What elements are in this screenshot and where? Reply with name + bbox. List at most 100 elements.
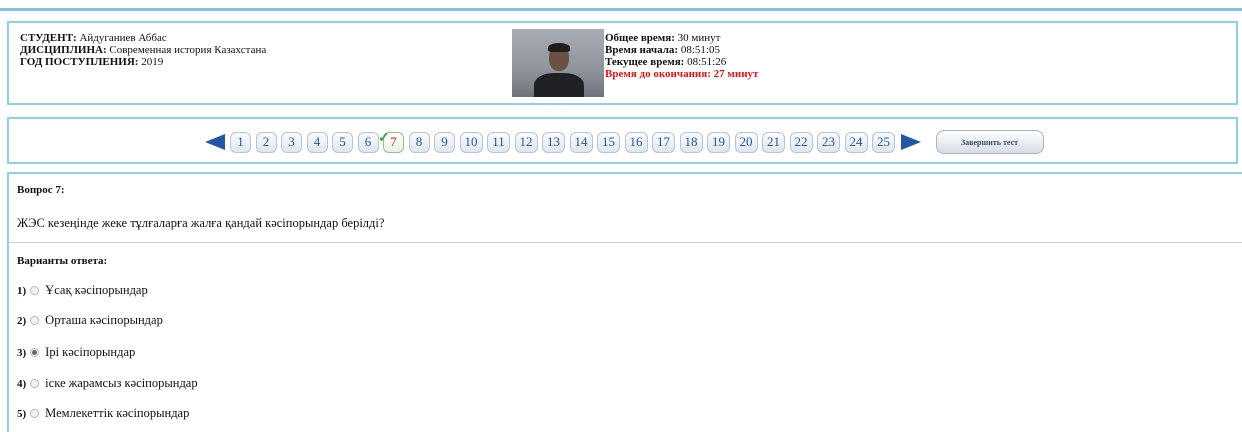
page-button-20[interactable]: 20 — [734, 131, 758, 153]
discipline-value: Современная история Казахстана — [109, 44, 267, 56]
page-button-6[interactable]: 6 — [357, 131, 379, 153]
previous-question-button[interactable] — [204, 132, 226, 152]
arrow-right-icon — [900, 134, 921, 150]
page-number: 7 — [390, 134, 397, 149]
arrow-left-icon — [205, 134, 225, 150]
page-button-14[interactable]: 14 — [569, 131, 593, 153]
page-button-21[interactable]: 21 — [762, 131, 785, 153]
year-label: ГОД ПОСТУПЛЕНИЯ: — [20, 56, 139, 68]
year-value: 2019 — [141, 56, 164, 68]
option-number: 3) — [17, 346, 27, 359]
discipline-label: ДИСЦИПЛИНА: — [20, 44, 107, 56]
option-text: Орташа кәсіпорындар — [45, 313, 163, 327]
option-number: 1) — [17, 284, 27, 297]
page-button-13[interactable]: 13 — [542, 131, 565, 153]
page-button-4[interactable]: 4 — [306, 131, 328, 153]
next-question-button[interactable] — [900, 132, 922, 152]
question-text: ЖЭС кезеңінде жеке тұлғаларға жалға қанд… — [17, 216, 385, 230]
page-button-12[interactable]: 12 — [514, 131, 538, 153]
option-text: Мемлекеттік кәсіпорындар — [45, 406, 190, 420]
timer-info: Общее время: 30 минут Время начала: 08:5… — [605, 32, 758, 80]
question-divider — [9, 242, 1242, 243]
page-button-3[interactable]: 3 — [281, 131, 302, 153]
webcam-feed — [512, 29, 604, 97]
page-number: 6 — [364, 134, 372, 149]
current-time-label: Текущее время: — [605, 56, 685, 68]
page-number: 22 — [794, 134, 808, 149]
page-number: 11 — [492, 134, 505, 149]
page-number: 3 — [288, 134, 295, 149]
option-text: іске жарамсыз кәсіпорындар — [45, 376, 198, 390]
answer-option-3[interactable]: 3) Ірі кәсіпорындар — [17, 345, 135, 360]
page-button-22[interactable]: 22 — [789, 131, 813, 153]
top-divider — [0, 8, 1242, 11]
student-name: Айдуганиев Аббас — [79, 32, 167, 44]
option-radio-4[interactable] — [30, 379, 40, 388]
page-number: 4 — [313, 134, 321, 149]
page-button-23[interactable]: 23 — [817, 131, 840, 153]
page-number: 14 — [574, 134, 588, 149]
page-button-group: 1 2 3 4 5 6 7 ✓ 8 9 10 11 12 13 14 15 16 17 18 19 20 21 22 23 24… — [230, 131, 900, 153]
page-number: 17 — [657, 134, 670, 149]
page-button-1[interactable]: 1 — [230, 131, 251, 153]
page-number: 1 — [237, 134, 244, 149]
page-number: 9 — [441, 134, 448, 149]
page-number: 15 — [602, 134, 615, 149]
page-button-25[interactable]: 25 — [872, 131, 895, 153]
answer-option-4[interactable]: 4) іске жарамсыз кәсіпорындар — [17, 376, 198, 391]
page-number: 19 — [712, 134, 725, 149]
page-button-5[interactable]: 5 — [332, 131, 353, 153]
page-number: 5 — [339, 134, 346, 149]
page-button-8[interactable]: 8 — [408, 131, 430, 153]
question-number: Вопрос 7: — [17, 184, 65, 196]
remaining-time: Время до окончания: 27 минут — [605, 68, 759, 80]
page-button-9[interactable]: 9 — [434, 131, 455, 153]
page-number: 23 — [822, 134, 835, 149]
page-number: 8 — [415, 134, 423, 149]
checkmark-icon: ✓ — [378, 130, 390, 146]
student-label: СТУДЕНТ: — [20, 32, 77, 44]
page-button-17[interactable]: 17 — [652, 131, 675, 153]
page-button-15[interactable]: 15 — [597, 131, 620, 153]
page-button-19[interactable]: 19 — [707, 131, 730, 153]
current-time-value: 08:51:26 — [687, 56, 727, 68]
page-button-18[interactable]: 18 — [679, 131, 703, 153]
page-number: 20 — [739, 134, 753, 149]
page-button-7[interactable]: 7 ✓ — [378, 131, 404, 153]
start-time-label: Время начала: — [605, 44, 679, 56]
page-number: 10 — [464, 134, 478, 149]
page-number: 18 — [684, 134, 698, 149]
answer-option-5[interactable]: 5) Мемлекеттік кәсіпорындар — [17, 406, 189, 421]
option-number: 5) — [17, 407, 27, 420]
page-button-11[interactable]: 11 — [487, 131, 510, 153]
question-pager: 1 2 3 4 5 6 7 ✓ 8 9 10 11 12 13 14 15 16 17 18 19 20 21 22 23 24… — [204, 130, 1044, 154]
webcam-person-body — [534, 73, 584, 97]
total-time-value: 30 минут — [677, 32, 721, 44]
page-number: 13 — [547, 134, 560, 149]
student-info: СТУДЕНТ: Айдуганиев Аббас ДИСЦИПЛИНА: Со… — [20, 32, 266, 68]
answer-option-1[interactable]: 1) Ұсақ кәсіпорындар — [17, 283, 148, 298]
option-radio-2[interactable] — [30, 316, 40, 325]
page-number: 25 — [877, 134, 890, 149]
option-radio-3[interactable] — [30, 348, 40, 357]
option-number: 4) — [17, 377, 27, 390]
option-text: Ұсақ кәсіпорындар — [45, 283, 148, 297]
page-button-10[interactable]: 10 — [459, 131, 483, 153]
page-number: 21 — [767, 134, 780, 149]
page-number: 24 — [849, 134, 863, 149]
page-button-2[interactable]: 2 — [255, 131, 277, 153]
page-button-24[interactable]: 24 — [844, 131, 868, 153]
answer-option-2[interactable]: 2) Орташа кәсіпорындар — [17, 313, 163, 328]
finish-test-button[interactable]: Завершить тест — [935, 130, 1044, 154]
page-button-16[interactable]: 16 — [624, 131, 648, 153]
start-time-value: 08:51:05 — [680, 44, 720, 56]
answer-options-label: Варианты ответа: — [17, 255, 108, 267]
total-time-label: Общее время: — [605, 32, 675, 44]
option-radio-1[interactable] — [30, 286, 40, 295]
option-radio-5[interactable] — [30, 409, 40, 418]
header-panel: СТУДЕНТ: Айдуганиев Аббас ДИСЦИПЛИНА: Со… — [7, 21, 1238, 105]
question-navigation-panel: 1 2 3 4 5 6 7 ✓ 8 9 10 11 12 13 14 15 16 17 18 19 20 21 22 23 24… — [7, 117, 1238, 164]
page-number: 2 — [262, 134, 270, 149]
option-text: Ірі кәсіпорындар — [45, 345, 136, 359]
webcam-person-hair — [548, 43, 570, 52]
